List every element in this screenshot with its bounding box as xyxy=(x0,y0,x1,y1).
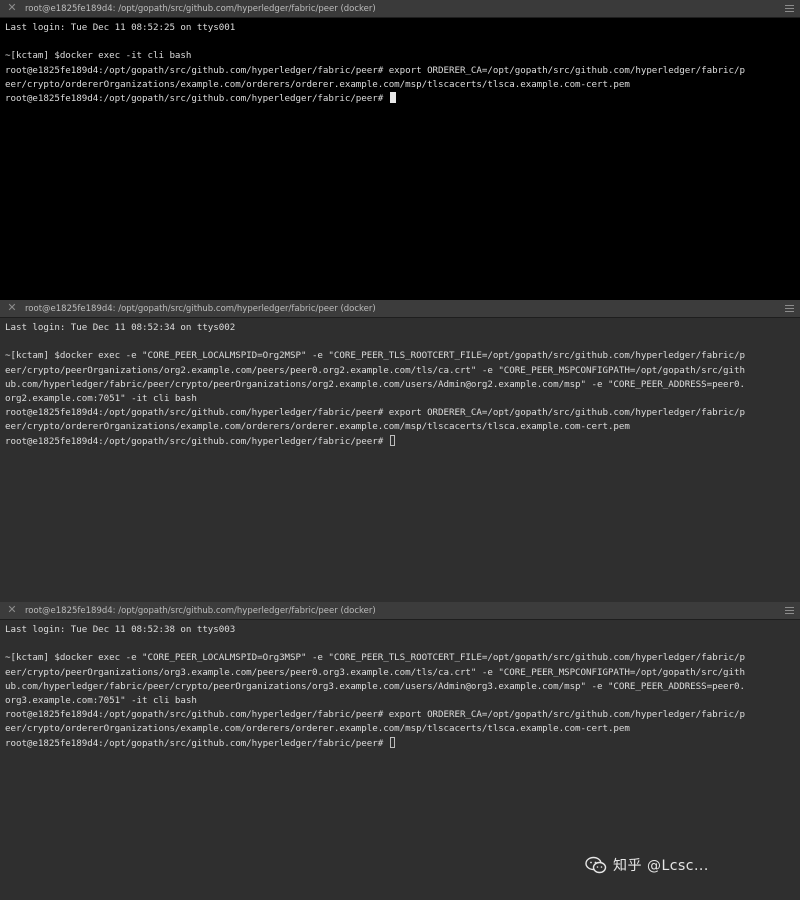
terminal-line: root@e1825fe189d4:/opt/gopath/src/github… xyxy=(5,709,745,721)
pane-2-title: root@e1825fe189d4: /opt/gopath/src/githu… xyxy=(25,304,376,314)
terminal-line: Last login: Tue Dec 11 08:52:38 on ttys0… xyxy=(5,624,236,635)
pane-1-titlebar: ✕ root@e1825fe189d4: /opt/gopath/src/git… xyxy=(0,0,800,18)
terminal-line: ub.com/hyperledger/fabric/peer/crypto/pe… xyxy=(5,680,745,692)
terminal-cursor xyxy=(389,91,396,103)
terminal-pane-2[interactable]: ✕ root@e1825fe189d4: /opt/gopath/src/git… xyxy=(0,300,800,602)
terminal-line: Last login: Tue Dec 11 08:52:25 on ttys0… xyxy=(5,22,236,33)
terminal-line: ~[kctam] $docker exec -it cli bash xyxy=(5,50,192,62)
terminal-prompt-line[interactable]: root@e1825fe189d4:/opt/gopath/src/github… xyxy=(5,91,800,106)
terminal-line: org2.example.com:7051" -it cli bash xyxy=(5,392,197,404)
terminal-line: ub.com/hyperledger/fabric/peer/crypto/pe… xyxy=(5,378,745,390)
terminal-line: eer/crypto/ordererOrganizations/example.… xyxy=(5,421,630,433)
terminal-prompt: root@e1825fe189d4:/opt/gopath/src/github… xyxy=(5,92,389,104)
terminal-line: eer/crypto/ordererOrganizations/example.… xyxy=(5,723,630,735)
pane-1-terminal-output[interactable]: Last login: Tue Dec 11 08:52:25 on ttys0… xyxy=(0,18,800,106)
watermark-text: 知乎 @Lcsc... xyxy=(613,858,709,874)
close-icon[interactable]: ✕ xyxy=(6,301,18,315)
pane-2-titlebar: ✕ root@e1825fe189d4: /opt/gopath/src/git… xyxy=(0,300,800,318)
terminal-line: Last login: Tue Dec 11 08:52:34 on ttys0… xyxy=(5,322,236,333)
terminal-line: eer/crypto/peerOrganizations/org3.exampl… xyxy=(5,666,745,678)
pane-3-title: root@e1825fe189d4: /opt/gopath/src/githu… xyxy=(25,606,376,616)
wechat-icon xyxy=(585,856,607,874)
terminal-pane-1[interactable]: ✕ root@e1825fe189d4: /opt/gopath/src/git… xyxy=(0,0,800,300)
terminal-prompt: root@e1825fe189d4:/opt/gopath/src/github… xyxy=(5,435,389,447)
terminal-prompt-line[interactable]: root@e1825fe189d4:/opt/gopath/src/github… xyxy=(5,434,800,449)
terminal-prompt: root@e1825fe189d4:/opt/gopath/src/github… xyxy=(5,737,389,749)
pane-3-titlebar: ✕ root@e1825fe189d4: /opt/gopath/src/git… xyxy=(0,602,800,620)
pane-1-title: root@e1825fe189d4: /opt/gopath/src/githu… xyxy=(25,4,376,14)
terminal-line: root@e1825fe189d4:/opt/gopath/src/github… xyxy=(5,407,745,419)
terminal-line: ~[kctam] $docker exec -e "CORE_PEER_LOCA… xyxy=(5,652,745,664)
terminal-line: root@e1825fe189d4:/opt/gopath/src/github… xyxy=(5,64,745,76)
terminal-cursor xyxy=(389,434,395,446)
terminal-line: eer/crypto/ordererOrganizations/example.… xyxy=(5,78,630,90)
hamburger-menu-icon[interactable] xyxy=(785,305,794,312)
close-icon[interactable]: ✕ xyxy=(6,603,18,617)
hamburger-menu-icon[interactable] xyxy=(785,5,794,12)
terminal-line: org3.example.com:7051" -it cli bash xyxy=(5,694,197,706)
close-icon[interactable]: ✕ xyxy=(6,1,18,15)
pane-2-terminal-output[interactable]: Last login: Tue Dec 11 08:52:34 on ttys0… xyxy=(0,318,800,449)
watermark: 知乎 @Lcsc... xyxy=(585,851,709,879)
terminal-prompt-line[interactable]: root@e1825fe189d4:/opt/gopath/src/github… xyxy=(5,736,800,751)
terminal-line: ~[kctam] $docker exec -e "CORE_PEER_LOCA… xyxy=(5,350,745,362)
terminal-cursor xyxy=(389,736,395,748)
hamburger-menu-icon[interactable] xyxy=(785,607,794,614)
pane-3-terminal-output[interactable]: Last login: Tue Dec 11 08:52:38 on ttys0… xyxy=(0,620,800,751)
terminal-line: eer/crypto/peerOrganizations/org2.exampl… xyxy=(5,364,745,376)
